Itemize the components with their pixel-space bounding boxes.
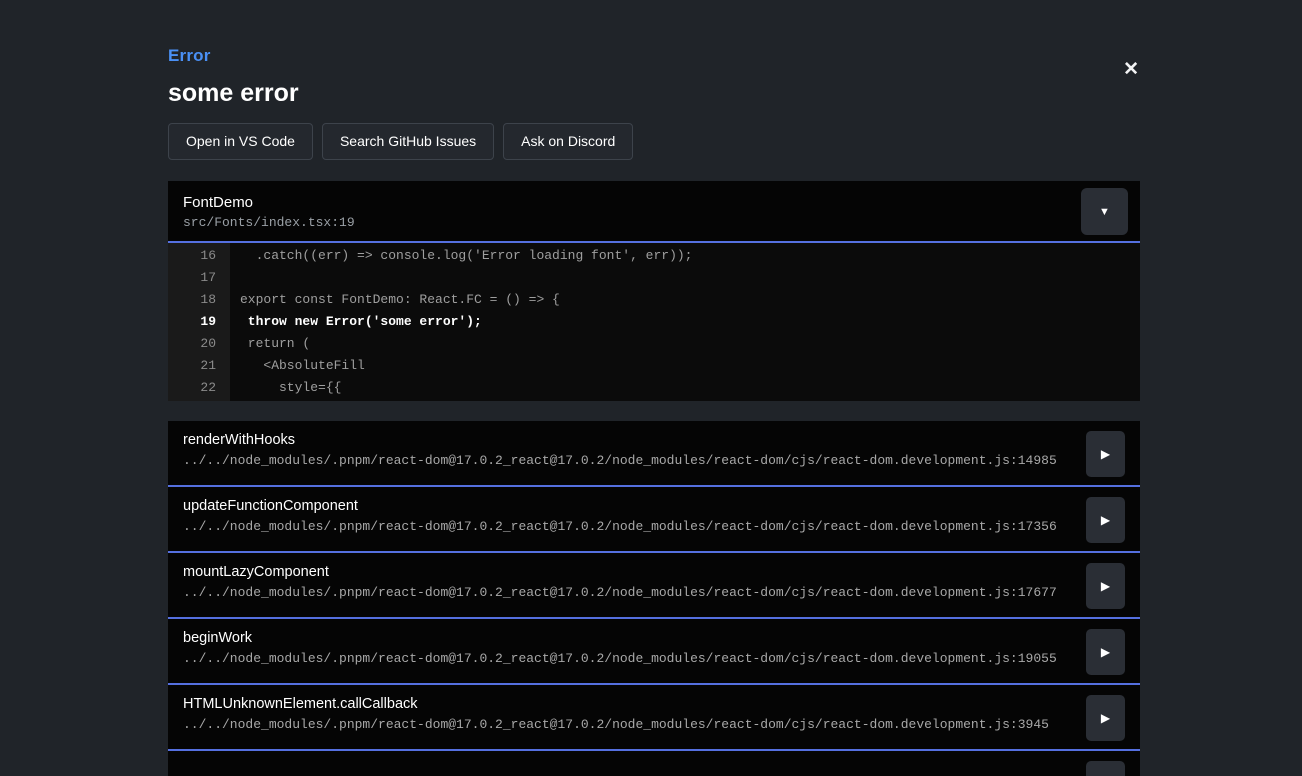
line-number: 17 (168, 267, 230, 289)
code-lines: 16 .catch((err) => console.log('Error lo… (168, 243, 1140, 401)
line-code: .catch((err) => console.log('Error loadi… (230, 245, 692, 267)
stack-frame-name: mountLazyComponent (183, 564, 1070, 580)
frame-file-location: src/Fonts/index.tsx:19 (183, 215, 1140, 230)
stack-frame-row[interactable]: updateFunctionComponent ../../node_modul… (168, 487, 1140, 553)
search-github-issues-button[interactable]: Search GitHub Issues (322, 123, 494, 160)
action-buttons-row: Open in VS Code Search GitHub Issues Ask… (168, 123, 1140, 160)
stack-frame-name: HTMLUnknownElement.callCallback (183, 696, 1070, 712)
stack-frame-path: ../../node_modules/.pnpm/react-dom@17.0.… (183, 519, 1070, 534)
line-code: export const FontDemo: React.FC = () => … (230, 289, 560, 311)
line-number: 16 (168, 245, 230, 267)
stack-frame-path: ../../node_modules/.pnpm/react-dom@17.0.… (183, 717, 1070, 732)
code-frame-panel: FontDemo src/Fonts/index.tsx:19 ▼ 16 .ca… (168, 181, 1140, 401)
stack-frame-row[interactable]: beginWork ../../node_modules/.pnpm/react… (168, 619, 1140, 685)
code-line: 21 <AbsoluteFill (168, 355, 1140, 377)
line-code (230, 267, 240, 289)
stack-frame-row[interactable]: mountLazyComponent ../../node_modules/.p… (168, 553, 1140, 619)
stack-frame-name: renderWithHooks (183, 432, 1070, 448)
ask-on-discord-button[interactable]: Ask on Discord (503, 123, 633, 160)
code-line: 16 .catch((err) => console.log('Error lo… (168, 245, 1140, 267)
expand-stack-frame-button[interactable]: ▶ (1086, 431, 1125, 477)
stack-frame-row[interactable]: HTMLUnknownElement.callCallback ../../no… (168, 685, 1140, 751)
stack-frame-row[interactable]: ▶ (168, 751, 1140, 776)
error-kicker: Error (168, 46, 1140, 66)
expand-stack-frame-button[interactable]: ▶ (1086, 695, 1125, 741)
code-frame-header: FontDemo src/Fonts/index.tsx:19 ▼ (168, 181, 1140, 243)
chevron-down-icon: ▼ (1099, 206, 1110, 218)
error-message-title: some error (168, 79, 1140, 108)
error-overlay: Error ✕ some error Open in VS Code Searc… (0, 0, 1302, 776)
expand-stack-frame-button[interactable]: ▶ (1086, 629, 1125, 675)
code-line: 18 export const FontDemo: React.FC = () … (168, 289, 1140, 311)
code-line: 19 throw new Error('some error'); (168, 311, 1140, 333)
line-number: 18 (168, 289, 230, 311)
stack-frame-row[interactable]: renderWithHooks ../../node_modules/.pnpm… (168, 421, 1140, 487)
expand-stack-frame-button[interactable]: ▶ (1086, 761, 1125, 776)
play-icon: ▶ (1101, 711, 1110, 725)
play-icon: ▶ (1101, 447, 1110, 461)
open-in-vscode-button[interactable]: Open in VS Code (168, 123, 313, 160)
line-number: 20 (168, 333, 230, 355)
line-code: throw new Error('some error'); (230, 311, 482, 333)
stack-frame-path: ../../node_modules/.pnpm/react-dom@17.0.… (183, 651, 1070, 666)
code-line: 20 return ( (168, 333, 1140, 355)
line-code: <AbsoluteFill (230, 355, 365, 377)
stack-trace-list: renderWithHooks ../../node_modules/.pnpm… (168, 421, 1140, 776)
stack-frame-name: updateFunctionComponent (183, 498, 1070, 514)
line-number: 21 (168, 355, 230, 377)
expand-stack-frame-button[interactable]: ▶ (1086, 497, 1125, 543)
collapse-code-button[interactable]: ▼ (1081, 188, 1128, 235)
close-icon[interactable]: ✕ (1123, 60, 1139, 79)
line-code: style={{ (230, 377, 341, 399)
play-icon: ▶ (1101, 513, 1110, 527)
stack-frame-path: ../../node_modules/.pnpm/react-dom@17.0.… (183, 453, 1070, 468)
play-icon: ▶ (1101, 645, 1110, 659)
line-number: 22 (168, 377, 230, 399)
stack-frame-path: ../../node_modules/.pnpm/react-dom@17.0.… (183, 585, 1070, 600)
code-line: 17 (168, 267, 1140, 289)
stack-frame-name: beginWork (183, 630, 1070, 646)
line-code: return ( (230, 333, 310, 355)
frame-function-name: FontDemo (183, 194, 1140, 211)
line-number: 19 (168, 311, 230, 333)
expand-stack-frame-button[interactable]: ▶ (1086, 563, 1125, 609)
play-icon: ▶ (1101, 579, 1110, 593)
code-line: 22 style={{ (168, 377, 1140, 399)
